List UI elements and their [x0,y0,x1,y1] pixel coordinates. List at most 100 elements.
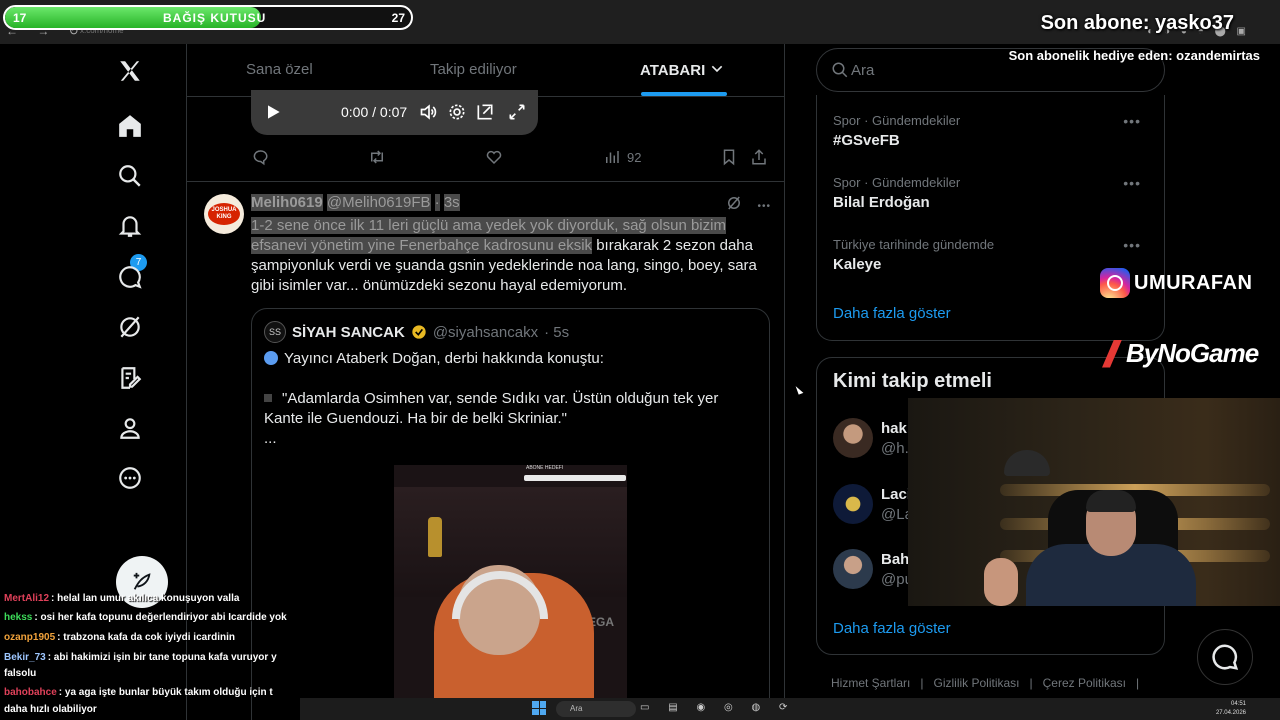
tweet1-actions: 92 [251,148,771,168]
sponsor-name: ByNoGame [1126,338,1259,368]
suggestion-name: hak [881,420,907,437]
video-time: 0:00 / 0:07 [341,104,408,120]
chat-text: : abi hakimizi işin bir tane topuna kafa… [47,652,277,663]
chat-username: Bekir_73 [4,652,46,663]
trend-item[interactable]: Spor · Gündemdekiler #GSveFB ••• [833,113,1153,149]
chat-text: falsolu [4,668,37,679]
taskbar-search[interactable]: Ara [556,701,636,717]
taskbar-clock[interactable]: 04:51 27.04.2026 [1216,700,1246,718]
streamer-hair [1086,490,1136,512]
last-gift-sub: Son abonelik hediye eden: ozandemirtas [1008,48,1260,63]
settings-gear-icon[interactable] [447,102,467,122]
suggestion-name: Bah [881,551,910,568]
stream-chat: MertAli12: helal lan umur akılıca konuşu… [0,590,300,720]
quote-video-thumbnail[interactable]: ABONE HEDEFİ EXVEGA [394,465,627,705]
home-icon[interactable] [115,111,145,141]
windows-start-icon[interactable] [532,701,546,715]
grok-icon[interactable] [115,312,145,342]
square-bullet-icon [264,394,272,402]
quote-header: SS SİYAH SANCAK @siyahsancakx · 5s [264,321,569,343]
tweet-author-name[interactable]: Melih0619 [251,194,323,211]
clock-time: 04:51 [1230,701,1246,707]
messages-floating-button[interactable] [1197,629,1253,685]
search-icon [832,62,848,78]
cookie-link[interactable]: Çerez Politikası [1043,676,1126,690]
retweet-button[interactable] [368,148,386,166]
tweet-header: Melih0619 @Melih0619FB · 3s [251,194,460,211]
quote-line-1: Yayıncı Ataberk Doğan, derbi hakkında ko… [264,349,754,369]
chevron-down-icon [712,65,723,73]
search-icon[interactable] [115,161,145,191]
quote-text: Yayıncı Ataberk Doğan, derbi hakkında ko… [264,349,754,449]
sponsor-mark-icon [1102,339,1122,368]
privacy-link[interactable]: Gizlilik Politikası [933,676,1019,690]
more-options-icon[interactable]: ••• [1123,237,1141,253]
avatar[interactable] [833,549,873,589]
trend-item[interactable]: Spor · Gündemdekiler Bilal Erdoğan ••• [833,175,1153,211]
trends-show-more-link[interactable]: Daha fazla göster [833,305,951,322]
tab-following[interactable]: Takip ediliyor [430,61,517,78]
chat-username: hekss [4,612,33,623]
footer-links: Hizmet Şartları | Gizlilik Politikası | … [831,676,1139,690]
chat-message: MertAli12: helal lan umur akılıca konuşu… [4,592,300,606]
mouse-cursor [795,384,804,395]
footer-separator: | [920,676,924,690]
quote-avatar[interactable]: SS [264,321,286,343]
trend-context: Spor · Gündemdekiler [833,113,961,128]
terms-link[interactable]: Hizmet Şartları [831,676,910,690]
chat-message-continued: falsolu [4,667,300,681]
chat-message: bahobahce: ya aga işte bunlar büyük takı… [4,686,300,700]
clock-date: 27.04.2026 [1215,710,1246,716]
verified-badge-icon [412,325,426,339]
trend-context: Spor · Gündemdekiler [833,175,961,190]
quote-author-handle[interactable]: @siyahsancakx [433,324,538,341]
avatar-text-bottom: KING [216,214,232,220]
person-icon[interactable] [115,413,145,443]
pip-icon[interactable] [475,102,495,122]
avatar[interactable] [833,418,873,458]
windows-taskbar: Ara ▭ ▤ ◉ ◎ ◍ ⟳ 04:51 27.04.2026 [300,698,1280,720]
avatar-text-top: JOSHUA [211,207,237,213]
chat-text: : osi her kafa topunu değerlendiriyor ab… [34,612,287,623]
chat-icon[interactable] [115,262,145,292]
streamer-hand [984,558,1018,606]
reply-button[interactable] [251,148,269,166]
tweet-text-rest-3: gibi isimler var... önümüzdeki sezonu ha… [251,277,628,294]
who-show-more-link[interactable]: Daha fazla göster [833,620,951,637]
avatar[interactable] [833,484,873,524]
more-options-icon[interactable]: ••• [1123,175,1141,191]
chat-text: : ya aga işte bunlar büyük takım olduğu … [58,687,273,698]
quote-author-name[interactable]: SİYAH SANCAK [292,324,405,341]
tweet-text: 1-2 sene önce ilk 11 leri güçlü ama yede… [251,216,776,296]
instagram-badge: UMURAFAN [1100,268,1252,298]
avatar[interactable]: JOSHUA KING [204,194,244,234]
lists-icon[interactable] [115,363,145,393]
retweet-icon [371,150,383,164]
suggestion-name: Laci [881,486,912,503]
bell-icon[interactable] [115,211,145,241]
quote-line-3: ... [264,430,277,447]
views-button[interactable]: 92 [603,148,641,166]
burger-king-logo: JOSHUA KING [208,203,240,225]
tab-for-you[interactable]: Sana özel [246,61,313,78]
grok-icon[interactable] [725,194,743,212]
x-logo-icon[interactable] [115,56,145,86]
like-button[interactable] [485,148,503,166]
tweet-author-handle[interactable]: @Melih0619FB [326,194,431,211]
more-icon[interactable] [115,463,145,493]
trophy-figure [428,517,442,557]
play-icon[interactable] [263,102,283,122]
more-options-icon[interactable]: ••• [1123,113,1141,129]
fullscreen-icon[interactable] [507,102,527,122]
tab-atabari[interactable]: ATABARI [640,61,725,79]
tweet-time[interactable]: 3s [443,194,460,211]
more-options-icon[interactable]: ••• [757,201,771,212]
share-button[interactable] [750,148,768,166]
taskbar-app-icons[interactable]: ▭ ▤ ◉ ◎ ◍ ⟳ [640,702,795,713]
quoted-tweet[interactable]: SS SİYAH SANCAK @siyahsancakx · 5s Yayın… [251,308,770,720]
bookmark-button[interactable] [720,148,738,166]
tab-atabari-label: ATABARI [640,62,706,79]
volume-icon[interactable] [419,102,439,122]
tweet-tools: ••• [725,194,771,214]
video-controls: 0:00 / 0:07 [251,90,538,135]
